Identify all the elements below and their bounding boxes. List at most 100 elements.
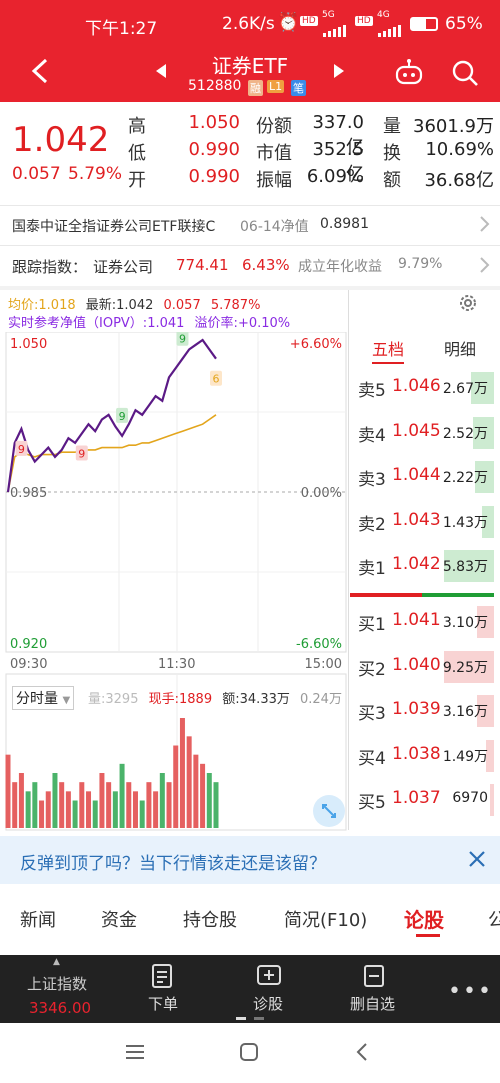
ask-row[interactable]: 卖2 1.043 1.43万 (350, 502, 500, 542)
tracking-label: 跟踪指数： (12, 258, 88, 276)
current-hand: 1889 (179, 692, 213, 707)
level-label: 卖1 (358, 559, 386, 579)
volume-bar (179, 718, 185, 828)
signal-icon (323, 22, 347, 37)
back-nav-icon[interactable] (354, 1041, 370, 1063)
bid-row[interactable]: 买2 1.040 9.25万 (350, 647, 500, 687)
level-volume: 9.25万 (442, 659, 488, 676)
next-stock-icon[interactable] (332, 62, 346, 80)
level-price: 1.040 (392, 654, 441, 675)
bid-row[interactable]: 买3 1.039 3.16万 (350, 691, 500, 731)
more-icon[interactable]: ••• (448, 979, 493, 1004)
last-change-pct: 5.787% (210, 298, 261, 313)
y-bot-label: 0.920 (10, 637, 47, 652)
bid-row[interactable]: 买5 1.037 6970 (350, 780, 500, 820)
ask-row[interactable]: 卖1 1.042 5.83万 (350, 546, 500, 586)
tab-holdings[interactable]: 持仓股 (183, 906, 237, 932)
volume-bar (59, 782, 65, 828)
level-volume: 2.52万 (442, 425, 488, 442)
bid-row[interactable]: 买4 1.038 1.49万 (350, 736, 500, 776)
level-price: 1.044 (392, 465, 441, 485)
tab-funds[interactable]: 资金 (101, 906, 137, 932)
tab-detail[interactable]: 明细 (444, 336, 476, 360)
current-hand-label: 现手: (148, 692, 180, 707)
since-inception-label: 成立年化收益 (298, 259, 382, 275)
promo-banner[interactable]: 反弹到顶了吗？当下行情该走还是该留？ (0, 836, 500, 884)
tracking-index-row[interactable]: 跟踪指数： 证券公司 774.41 6.43% 成立年化收益 9.79% (0, 248, 500, 284)
tab-more[interactable]: 公 (488, 906, 500, 932)
level-label: 卖4 (358, 425, 386, 446)
quote-value: 10.69% (425, 139, 494, 160)
time-start-label: 09:30 (10, 657, 47, 672)
level-price: 1.041 (392, 610, 441, 630)
diagnose-button[interactable]: 诊股 (253, 993, 283, 1014)
volume-bar (159, 773, 165, 828)
stock-title: 证券ETF (211, 54, 289, 78)
linked-fund-row[interactable]: 国泰中证全指证券公司ETF联接C 06-14净值 0.8981 (0, 207, 500, 243)
quote-label: 份额 (256, 116, 292, 137)
td-marker: 6 (213, 373, 220, 386)
ask-row[interactable]: 卖5 1.046 2.67万 (350, 368, 500, 408)
avg-price-value: 1.018 (38, 298, 76, 313)
alarm-icon: ⏰ (277, 12, 300, 33)
time-end-label: 15:00 (305, 657, 342, 672)
search-icon[interactable] (450, 58, 480, 88)
volume-bar (193, 754, 199, 828)
quote-value: 1.050 (188, 112, 240, 133)
level-label: 卖3 (358, 470, 386, 490)
chevron-right-icon (478, 215, 490, 233)
settings-gear-icon[interactable] (457, 292, 479, 314)
tab-active-indicator (416, 934, 440, 937)
price-line (6, 338, 217, 493)
volume-total: 3295 (105, 692, 139, 707)
tab-news[interactable]: 新闻 (20, 906, 56, 932)
index-label[interactable]: 上证指数 (27, 973, 87, 994)
quote-label: 额 (383, 170, 401, 191)
remove-favorite-button[interactable]: 删自选 (350, 993, 395, 1014)
quote-label: 市值 (256, 143, 292, 164)
volume-type-dropdown[interactable]: 分时量 ▼ (12, 686, 75, 710)
volume-bar (106, 782, 112, 828)
tracking-index-pct: 6.43% (242, 256, 290, 274)
quote-value: 0.990 (188, 166, 240, 187)
bid-row[interactable]: 买1 1.041 3.10万 (350, 602, 500, 642)
order-button[interactable]: 下单 (148, 993, 178, 1014)
volume-bar (12, 782, 18, 828)
volume-bar (39, 800, 45, 828)
intraday-chart-panel[interactable]: 均价:1.018 最新:1.042 0.057 5.787% 实时参考净值（IO… (0, 290, 500, 831)
chart-info-line-2: 实时参考净值（IOPV）:1.041 溢价率:+0.10% (8, 312, 290, 331)
status-bar: 下午1:27 2.6K/s ⏰ HD 5G HD 4G 65% (0, 0, 500, 46)
expand-icon[interactable] (313, 795, 345, 827)
ask-row[interactable]: 卖4 1.045 2.52万 (350, 413, 500, 453)
signal-icon-2 (378, 22, 402, 37)
tab-profile[interactable]: 简况(F10) (284, 906, 367, 932)
avg-price-label: 均价: (8, 298, 39, 313)
time-mid-label: 11:30 (158, 657, 195, 672)
order-icon (150, 963, 174, 989)
orderbook-divider (348, 290, 349, 830)
volume-bar (213, 782, 219, 828)
menu-icon[interactable] (124, 1043, 146, 1061)
margin-badge: 融 (248, 80, 263, 96)
close-icon[interactable] (466, 848, 488, 870)
tab-five-level[interactable]: 五档 (372, 336, 405, 364)
quote-label: 低 (128, 143, 146, 164)
banner-text: 反弹到顶了吗？当下行情该走还是该留？ (20, 854, 326, 874)
level-label: 买2 (358, 659, 386, 680)
robot-icon[interactable] (394, 58, 424, 88)
expand-up-icon[interactable]: ▲ (53, 957, 60, 967)
level-label: 买4 (358, 748, 386, 769)
volume-bar (86, 791, 92, 828)
ask-row[interactable]: 卖3 1.044 2.22万 (350, 457, 500, 497)
level-volume: 6970 (452, 790, 488, 806)
chevron-down-icon: ▼ (62, 695, 71, 706)
level-price: 1.042 (392, 554, 441, 574)
pct-mid-label: 0.00% (301, 486, 342, 501)
linked-fund-name: 国泰中证全指证券公司ETF联接C (12, 219, 216, 235)
pct-top-label: +6.60% (290, 337, 342, 352)
volume-bar (173, 745, 179, 828)
battery-icon (410, 17, 438, 31)
home-icon[interactable] (238, 1041, 260, 1063)
tab-discussion[interactable]: 论股 (404, 904, 444, 933)
level-price: 1.045 (392, 420, 441, 441)
